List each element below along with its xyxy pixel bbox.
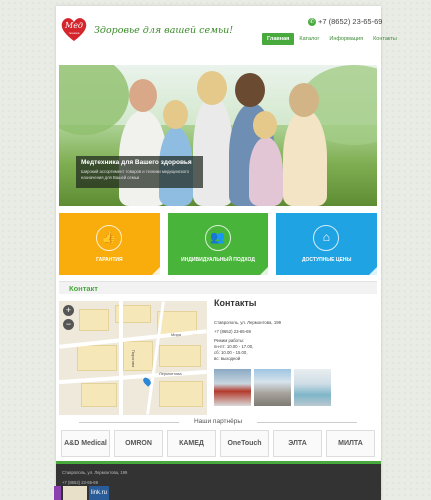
phone-icon: ✆ (308, 18, 316, 27)
counters: link.ru (54, 486, 110, 500)
partner-logo[interactable]: МИЛТА (326, 430, 375, 457)
store-photo[interactable] (214, 369, 251, 406)
location-map[interactable]: Мира Лермонтова Пирогова + − (59, 301, 207, 415)
site-slogan: Здоровье для вашей семьи! (94, 25, 234, 36)
tile-corner (369, 267, 378, 275)
hero-head (235, 73, 265, 107)
tile-corner (260, 267, 269, 275)
house-icon: ⌂ (313, 225, 340, 251)
tile-label: Индивидуальный подход (181, 257, 255, 263)
partners-strip: A&D Medical OMRON КАМЕД OneTouch ЭЛТА МИ… (59, 430, 377, 459)
tile-guarantee[interactable]: 👍 Гарантия (59, 213, 160, 275)
feature-tiles: 👍 Гарантия 👥 Индивидуальный подход ⌂ Дос… (59, 213, 378, 275)
contact-section-label: Контакт (69, 284, 98, 293)
hours-sunday: вс: выходной (214, 356, 241, 361)
store-photo[interactable] (254, 369, 291, 406)
store-photos (214, 369, 331, 406)
hero-head (253, 111, 277, 139)
store-photo[interactable] (294, 369, 331, 406)
logo-subtext: техника (69, 31, 80, 35)
logo-text: Мед (64, 21, 83, 30)
logo[interactable]: Мед техника (60, 15, 88, 43)
map-street-label: Лермонтова (159, 371, 182, 376)
map-block (81, 383, 117, 407)
contacts-title: Контакты (214, 298, 257, 308)
hero-head (129, 79, 157, 112)
partner-logo[interactable]: OneTouch (220, 430, 269, 457)
hero-person (249, 137, 283, 206)
thumbs-up-icon: 👍 (96, 225, 122, 251)
tile-label: Гарантия (96, 257, 123, 263)
page-container: Мед техника Здоровье для вашей семьи! ✆ +… (56, 6, 397, 500)
partner-logo[interactable]: A&D Medical (61, 430, 110, 457)
tile-individual[interactable]: 👥 Индивидуальный подход (167, 213, 269, 275)
map-block (123, 341, 153, 371)
partner-logo[interactable]: OMRON (114, 430, 163, 457)
map-street-label: Мира (171, 332, 182, 337)
hero-person (283, 109, 327, 206)
hero-title: Медтехника для Вашего здоровья (81, 159, 192, 166)
map-block (79, 309, 109, 331)
header-phone-number: +7 (8652) 23-65-69 (318, 17, 383, 26)
nav-item-home[interactable]: Главная (262, 33, 295, 45)
hero-caption: Медтехника для Вашего здоровья Широкий а… (76, 156, 203, 188)
footer-phone: +7 (8652) 23-65-69 (62, 480, 98, 485)
map-block (159, 381, 203, 407)
contacts-panel: Контакты Ставрополь, ул. Лермонтова, 199… (214, 298, 377, 418)
partner-logo[interactable]: ЭЛТА (273, 430, 322, 457)
nav-item-catalog[interactable]: Каталог (294, 33, 324, 45)
counter-badge[interactable] (54, 486, 61, 500)
contact-section-bar: Контакт (59, 281, 377, 294)
partner-logo[interactable]: КАМЕД (167, 430, 216, 457)
hero-head (163, 100, 188, 129)
nav-item-info[interactable]: Информация (324, 33, 368, 45)
map-road (119, 301, 123, 415)
map-zoom-out-button[interactable]: − (63, 319, 74, 330)
site-header: Мед техника Здоровье для вашей семьи! ✆ +… (56, 6, 397, 62)
tile-prices[interactable]: ⌂ Доступные цены (276, 213, 378, 275)
hero-banner[interactable]: Медтехника для Вашего здоровья Широкий а… (59, 65, 377, 206)
hero-head (197, 71, 227, 105)
hero-head (289, 83, 319, 117)
people-icon: 👥 (204, 225, 231, 251)
header-phone[interactable]: ✆ +7 (8652) 23-65-69 (308, 17, 383, 27)
nav-item-contacts[interactable]: Контакты (368, 33, 402, 45)
main-nav: Главная Каталог Информация Контакты (262, 33, 402, 45)
map-block (77, 345, 117, 371)
partners-title: Наши партнёры (59, 418, 377, 425)
counter-badge[interactable] (63, 486, 87, 500)
tile-label: Доступные цены (301, 257, 352, 263)
tile-corner (151, 267, 160, 275)
map-block (159, 345, 201, 367)
hero-text: Широкий ассортимент товаров и техники ме… (81, 169, 189, 180)
map-zoom-in-button[interactable]: + (63, 305, 74, 316)
hero-person (193, 95, 233, 206)
map-street-label: Пирогова (131, 349, 137, 368)
footer-address: Ставрополь, ул. Лермонтова, 199 (62, 470, 128, 475)
counter-badge[interactable]: link.ru (89, 486, 110, 500)
